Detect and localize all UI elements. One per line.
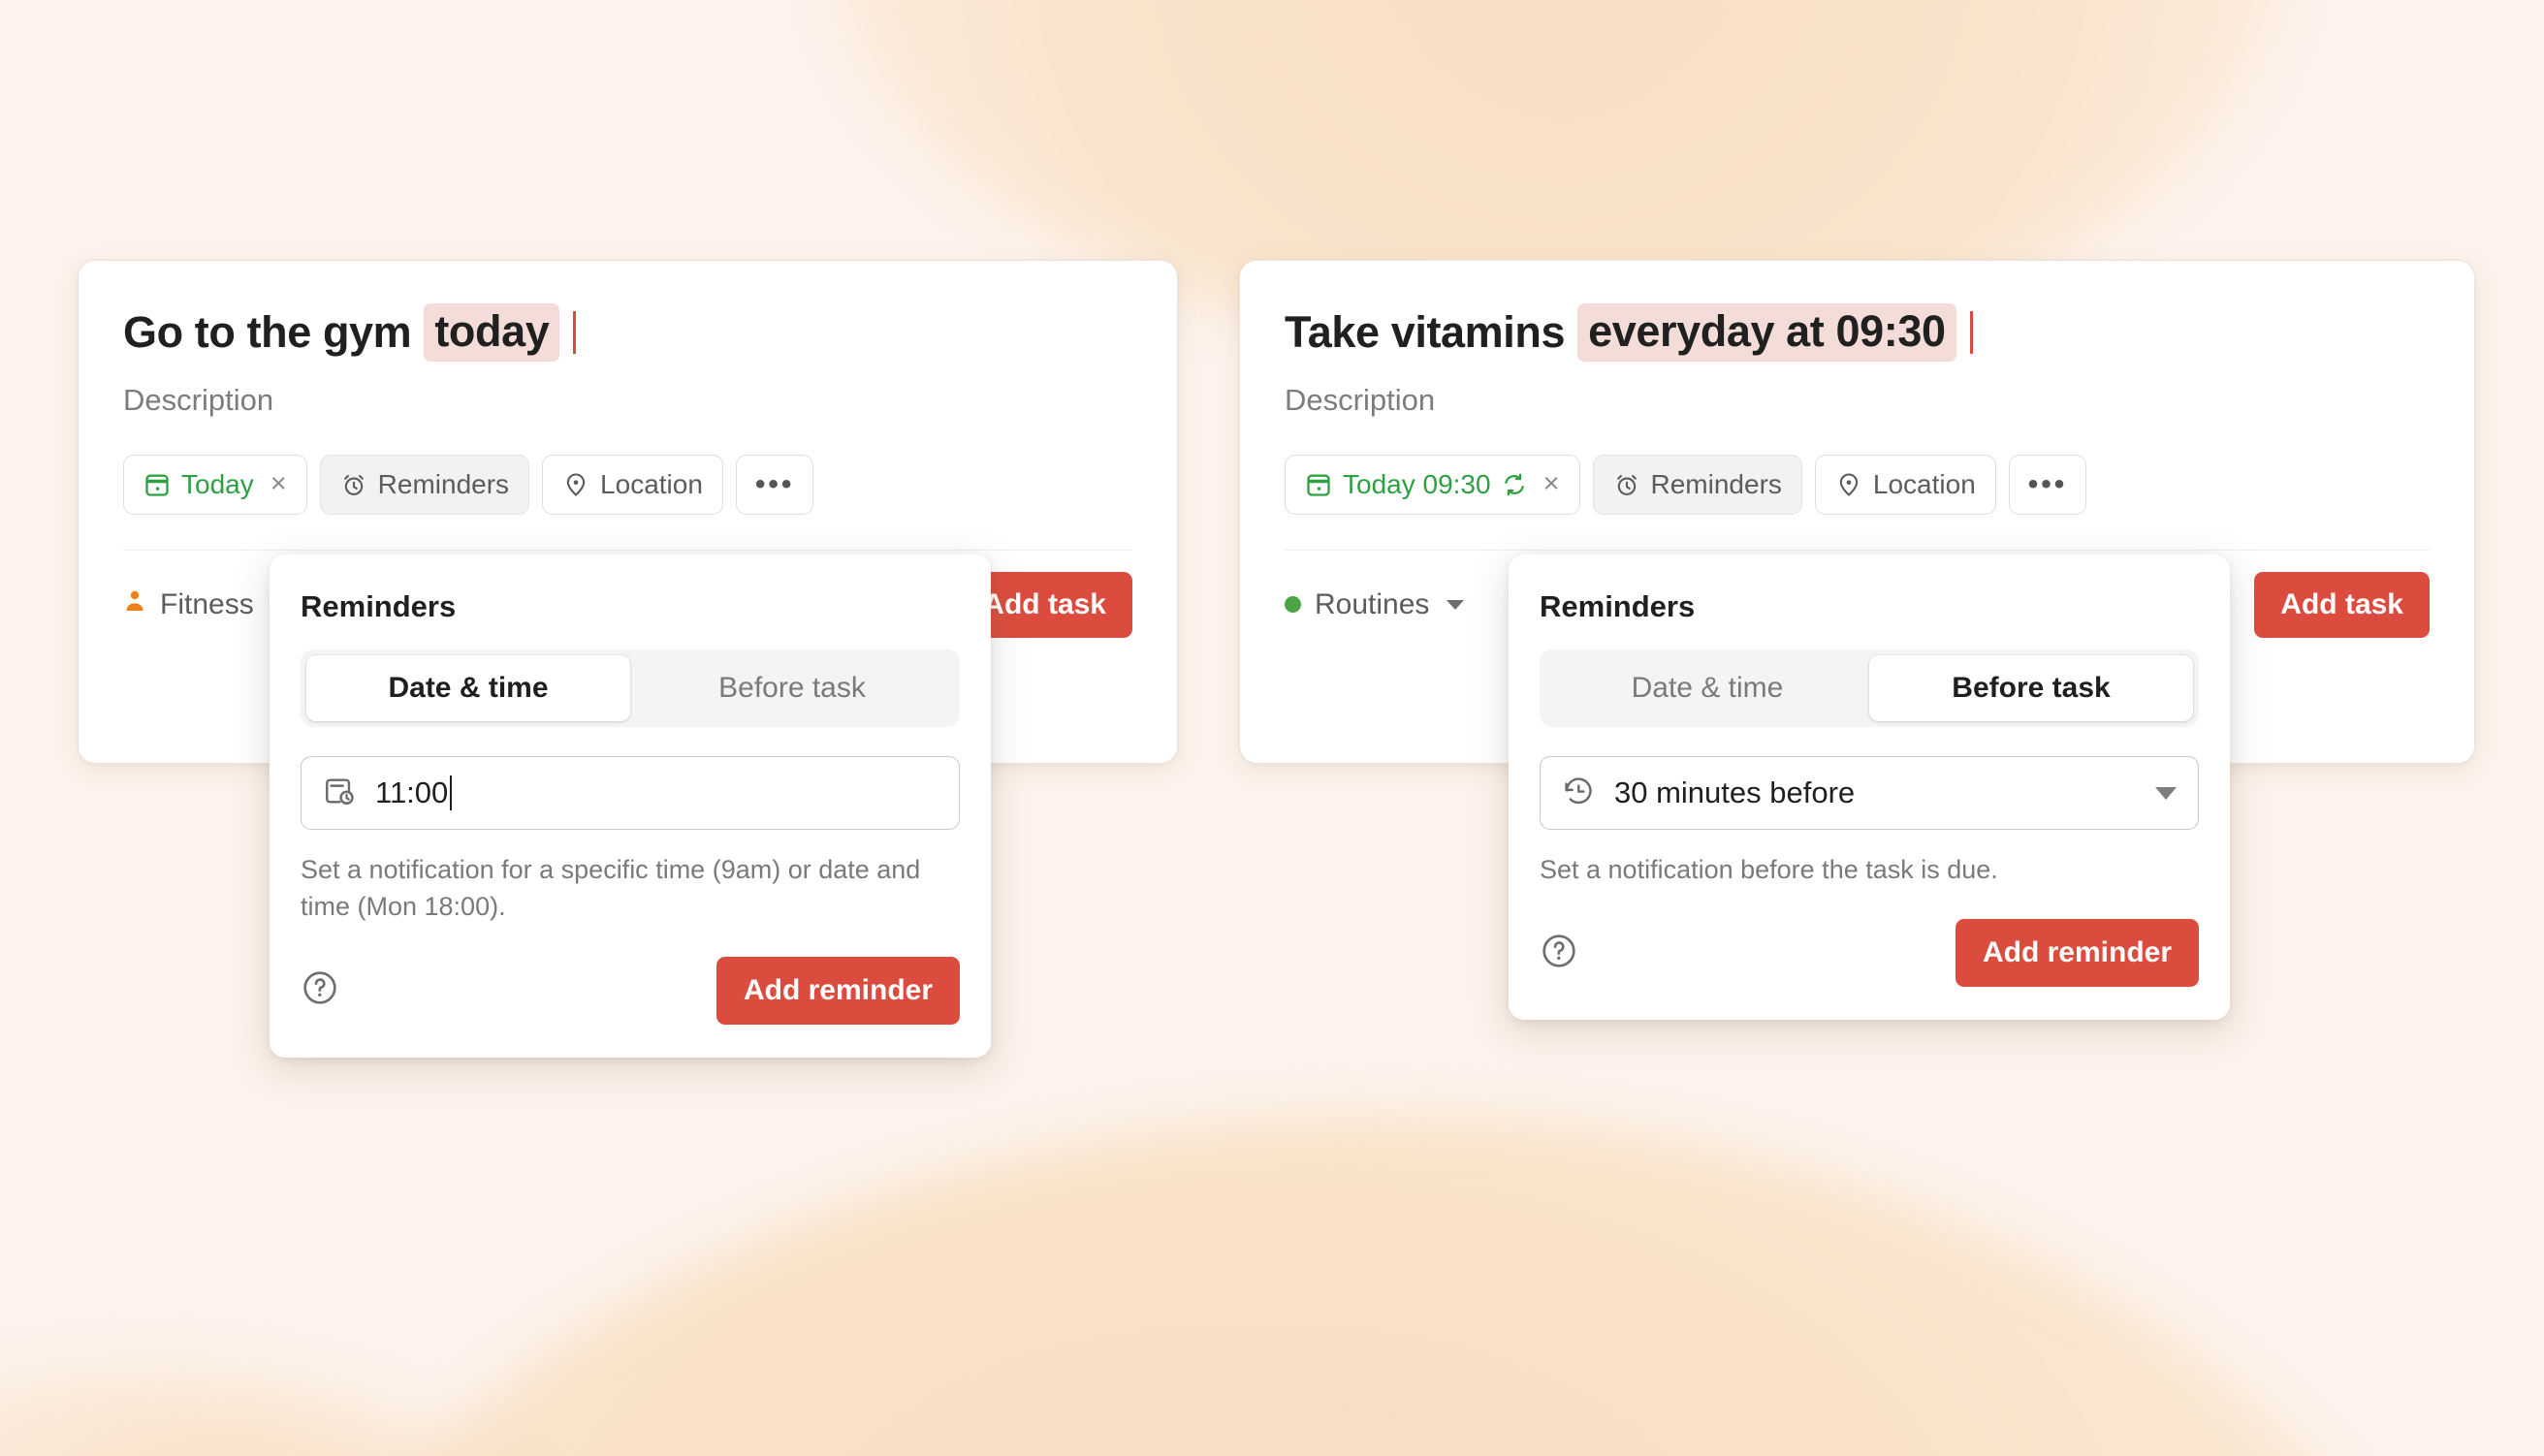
chip-date-label: Today [181,468,254,499]
reminder-time-value-wrapper: 11:00 [375,775,938,810]
chip-date-remove-icon[interactable]: × [1543,470,1560,498]
recurring-icon [1502,472,1527,497]
reminder-hint-vitamins: Set a notification before the task is du… [1540,855,1998,884]
reminder-time-input-gym[interactable]: 11:00 [301,756,960,830]
reminder-offset-value: 30 minutes before [1614,775,1856,809]
chevron-down-icon[interactable] [2155,786,2177,800]
calendar-clock-icon [323,775,356,812]
chevron-down-icon [1447,599,1465,610]
reminder-time-value: 11:00 [375,775,449,809]
tab-date-and-time[interactable]: Date & time [1545,655,1869,721]
reminder-offset-select-vitamins[interactable]: 30 minutes before [1540,756,2199,830]
reminder-hint-gym: Set a notification for a specific time (… [301,855,921,922]
person-icon [123,588,146,621]
add-reminder-button-vitamins[interactable]: Add reminder [1955,919,2199,988]
map-pin-icon [562,471,589,498]
task-card-body: Take vitamins everyday at 09:30 Descript… [1240,261,2474,551]
clock-rewind-icon [1562,775,1595,812]
chip-date-gym[interactable]: Today × [123,454,307,515]
project-selector-vitamins[interactable]: Routines [1285,587,1465,621]
text-cursor [450,775,453,810]
popover-footer-vitamins: Add reminder [1540,919,2199,988]
calendar-icon [143,471,171,498]
chip-date-remove-icon[interactable]: × [270,470,287,498]
help-icon[interactable] [301,968,339,1012]
task-title-date-highlight: everyday at 09:30 [1577,303,1956,362]
map-pin-icon [1835,471,1862,498]
task-title-vitamins[interactable]: Take vitamins everyday at 09:30 [1285,303,2430,362]
project-selector-gym[interactable]: Fitness [123,588,289,621]
project-label: Routines [1315,587,1430,620]
reminders-popover-gym: Reminders Date & time Before task 11:00 … [270,554,991,1058]
tab-before-task[interactable]: Before task [630,655,954,721]
task-chips-row: Today 09:30 × Reminders Location ••• [1285,454,2430,515]
help-icon[interactable] [1540,932,1578,975]
text-cursor [1969,310,1973,354]
task-title-gym[interactable]: Go to the gym today [123,303,1132,362]
chip-reminders-label: Reminders [1650,468,1782,499]
alarm-clock-icon [1613,471,1640,498]
chip-reminders-gym[interactable]: Reminders [319,454,530,515]
text-cursor [573,310,577,354]
stage: Go to the gym today Description Today × … [0,0,2544,1456]
task-description-input[interactable]: Description [123,383,1132,418]
reminder-type-tabs-vitamins: Date & time Before task [1540,649,2199,727]
task-title-text: Take vitamins [1285,307,1566,357]
chip-location-gym[interactable]: Location [542,454,723,515]
task-chips-row: Today × Reminders Location ••• [123,454,1132,515]
task-title-text: Go to the gym [123,307,412,357]
popover-title: Reminders [1540,589,1696,623]
ellipsis-icon: ••• [2027,467,2068,500]
chip-more-options-vitamins[interactable]: ••• [2008,454,2087,515]
tab-before-task[interactable]: Before task [1869,655,2193,721]
chip-location-vitamins[interactable]: Location [1814,454,1996,515]
reminders-popover-vitamins: Reminders Date & time Before task 30 min… [1509,554,2230,1021]
alarm-clock-icon [340,471,367,498]
project-label: Fitness [160,587,254,620]
chip-reminders-label: Reminders [377,468,510,499]
task-card-body: Go to the gym today Description Today × … [79,261,1177,551]
chip-location-label: Location [600,468,703,499]
calendar-icon [1305,471,1332,498]
reminder-type-tabs-gym: Date & time Before task [301,649,960,727]
popover-title: Reminders [301,589,457,623]
chip-date-label: Today 09:30 [1343,468,1491,499]
tab-date-and-time[interactable]: Date & time [306,655,630,721]
chip-location-label: Location [1872,468,1976,499]
add-reminder-button-gym[interactable]: Add reminder [716,956,960,1025]
task-description-input[interactable]: Description [1285,383,2430,418]
ellipsis-icon: ••• [754,467,795,500]
chip-reminders-vitamins[interactable]: Reminders [1592,454,1802,515]
dot-icon [1285,596,1301,614]
chip-more-options-gym[interactable]: ••• [735,454,814,515]
task-title-date-highlight: today [424,303,560,362]
add-task-button-vitamins[interactable]: Add task [2254,571,2430,638]
popover-footer-gym: Add reminder [301,956,960,1025]
chip-date-vitamins[interactable]: Today 09:30 × [1285,454,1580,515]
